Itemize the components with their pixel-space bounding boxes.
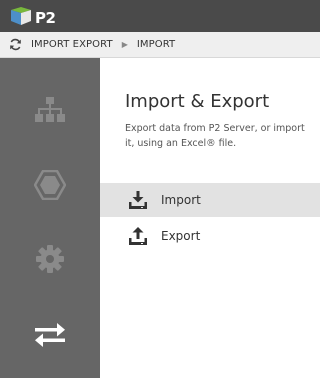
breadcrumb: IMPORT EXPORT ▶ IMPORT (0, 32, 320, 58)
menu-item-label: Export (161, 229, 201, 243)
logo-mark-icon (11, 7, 31, 25)
refresh-icon[interactable] (9, 38, 22, 51)
menu-item-label: Import (161, 193, 201, 207)
main-panel: Import & Export Export data from P2 Serv… (100, 58, 320, 378)
breadcrumb-chevron-icon: ▶ (121, 40, 128, 49)
hexagon-icon (34, 170, 66, 200)
sidebar-item-hierarchy[interactable] (0, 79, 100, 141)
gear-icon (36, 245, 64, 273)
breadcrumb-item-import-export[interactable]: IMPORT EXPORT (31, 39, 113, 50)
page-title: Import & Export (125, 91, 270, 112)
page-description: Export data from P2 Server, or import it… (125, 123, 305, 149)
sidebar-item-settings[interactable] (0, 228, 100, 290)
p2-logo[interactable]: P2 (9, 7, 56, 27)
download-icon (129, 191, 147, 209)
hierarchy-icon (35, 97, 65, 122)
sidebar-item-hexagon[interactable] (0, 154, 100, 216)
import-export-icon (35, 323, 65, 347)
sidebar-item-import-export[interactable] (0, 304, 100, 366)
menu-item-import[interactable]: Import (100, 183, 320, 217)
top-bar: P2 (0, 0, 320, 32)
logo-text: P2 (35, 9, 56, 27)
menu-item-export[interactable]: Export (100, 219, 320, 253)
sidebar (0, 58, 100, 378)
breadcrumb-item-import: IMPORT (136, 39, 176, 50)
upload-icon (129, 227, 147, 245)
